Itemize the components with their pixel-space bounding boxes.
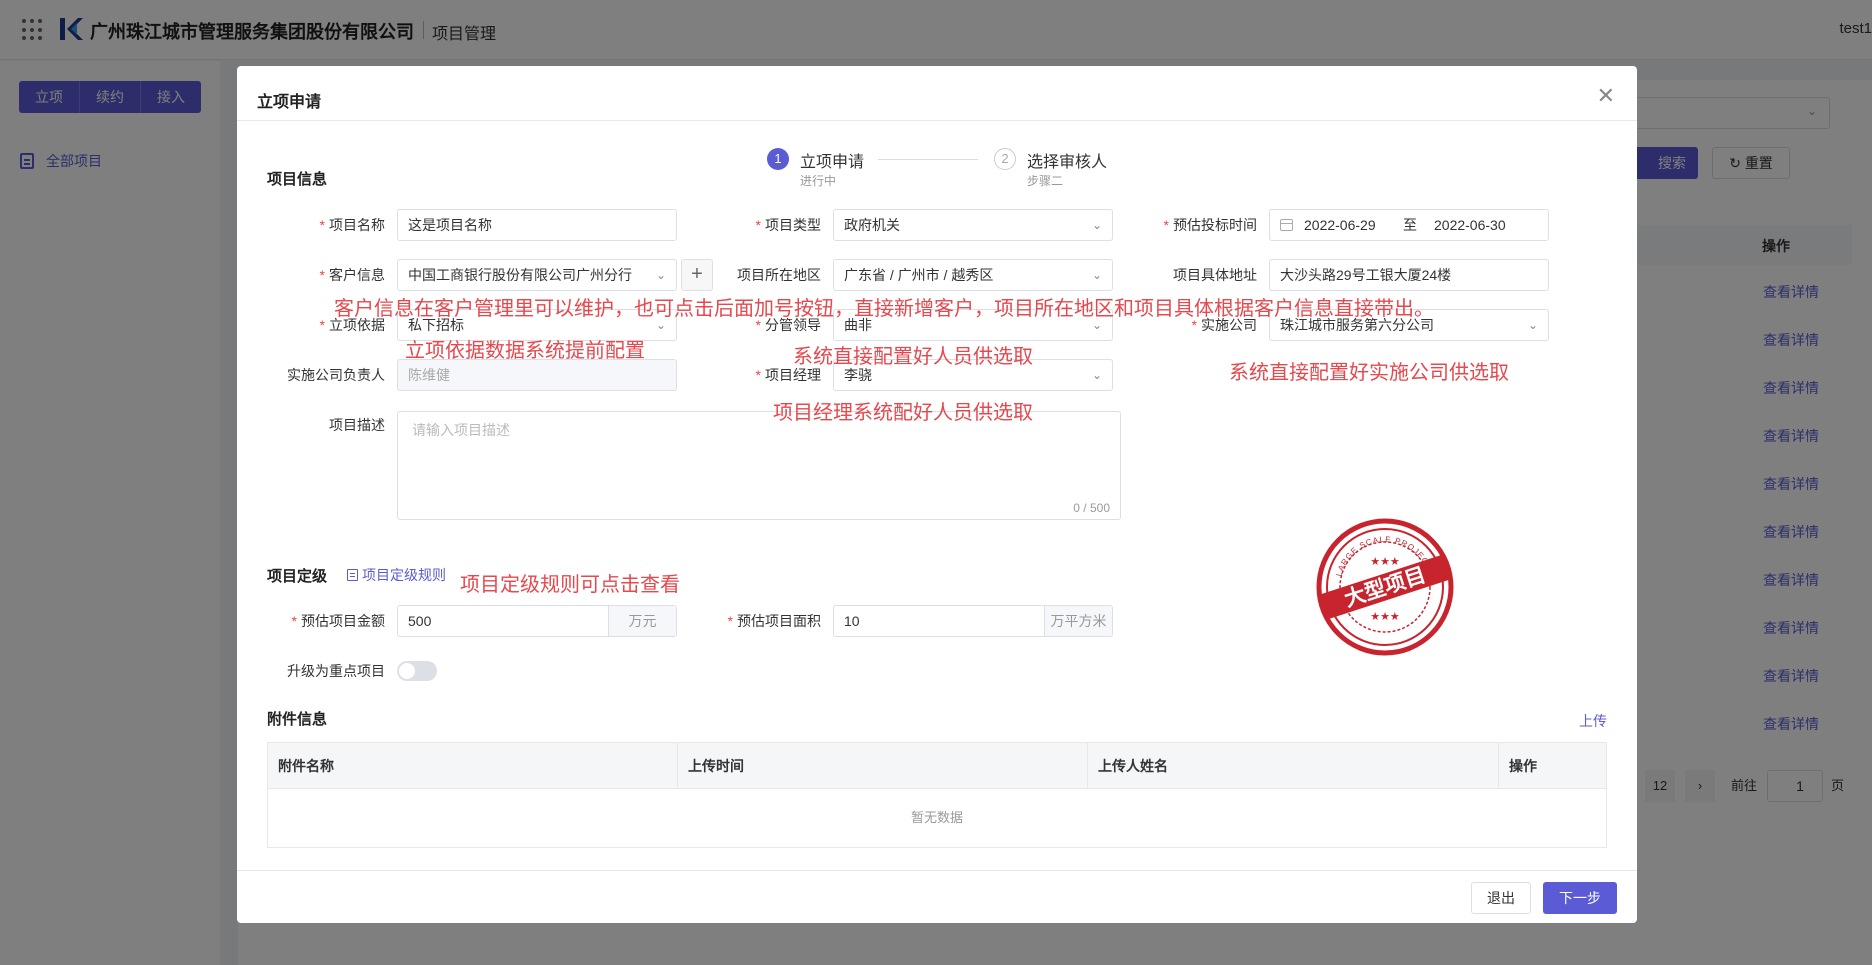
company-head-label: 实施公司负责人 xyxy=(287,367,385,383)
attachment-table: 附件名称 上传时间 上传人姓名 操作 暂无数据 xyxy=(267,742,1607,848)
region-label: 项目所在地区 xyxy=(737,267,821,283)
step-1-status: 进行中 xyxy=(800,174,837,188)
area-label: * 预估项目面积 xyxy=(727,613,821,629)
annotation-rule: 项目定级规则可点击查看 xyxy=(460,574,680,596)
next-step-button[interactable]: 下一步 xyxy=(1543,882,1617,914)
grading-rule-link-label: 项目定级规则 xyxy=(362,567,446,583)
step-indicator: 1 立项申请 进行中 2 选择审核人 步骤二 xyxy=(767,142,1167,192)
address-input[interactable]: 大沙头路29号工银大厦24楼 xyxy=(1269,259,1549,291)
key-project-label: 升级为重点项目 xyxy=(287,663,385,679)
list-icon xyxy=(347,569,358,581)
table-header: 附件名称 上传时间 上传人姓名 操作 xyxy=(268,743,1606,789)
upload-link[interactable]: 上传 xyxy=(1579,711,1607,731)
stamp-stars-top: ★★★ xyxy=(1370,556,1400,568)
project-type-label: * 项目类型 xyxy=(755,217,821,233)
section-grading: 项目定级 xyxy=(267,568,328,585)
bid-time-end: 2022-06-30 xyxy=(1434,217,1506,233)
bid-time-start: 2022-06-29 xyxy=(1304,217,1376,233)
description-label: 项目描述 xyxy=(329,417,385,433)
step-2-number: 2 xyxy=(994,148,1016,170)
bid-time-range-picker[interactable]: 2022-06-29 至 2022-06-30 xyxy=(1269,209,1549,241)
project-application-dialog: 立项申请 ✕ 1 立项申请 进行中 2 选择审核人 步骤二 项目信息 * 项目名称… xyxy=(237,66,1637,923)
exit-button[interactable]: 退出 xyxy=(1471,882,1531,914)
stamp-stars-bottom: ★★★ xyxy=(1370,611,1400,623)
stamp-main-text: 大型项目 xyxy=(1341,562,1429,612)
address-label: 项目具体地址 xyxy=(1173,267,1257,283)
chevron-down-icon: ⌄ xyxy=(1527,318,1538,332)
annotation-customer: 客户信息在客户管理里可以维护，也可点击后面加号按钮，直接新增客户，项目所在地区和… xyxy=(334,298,1434,320)
customer-label: * 客户信息 xyxy=(319,267,385,283)
key-project-switch[interactable] xyxy=(397,661,437,681)
amount-input[interactable]: 500 万元 xyxy=(397,605,677,637)
empty-state: 暂无数据 xyxy=(910,810,963,825)
amount-label: * 预估项目金额 xyxy=(291,613,385,629)
step-1-title: 立项申请 xyxy=(800,154,865,171)
bid-time-label: * 预估投标时间 xyxy=(1163,217,1257,233)
column-header: 附件名称 xyxy=(268,743,678,788)
large-project-stamp: LARGE SCALE PROJECTS ★★★ 大型项目 ★★★ xyxy=(1316,518,1454,656)
step-connector xyxy=(878,159,978,160)
step-2-status: 步骤二 xyxy=(1027,174,1064,188)
column-header: 上传时间 xyxy=(678,743,1088,788)
chevron-down-icon: ⌄ xyxy=(1091,368,1102,382)
dialog-footer xyxy=(237,870,1637,923)
dialog-header: 立项申请 ✕ xyxy=(237,66,1637,121)
annotation-basis: 立项依据数据系统提前配置 xyxy=(405,340,645,362)
column-header: 操作 xyxy=(1509,758,1537,774)
description-textarea[interactable]: 请输入项目描述 0 / 500 xyxy=(397,411,1121,520)
customer-select[interactable]: 中国工商银行股份有限公司广州分行 ⌄ xyxy=(397,259,677,291)
step-1-number: 1 xyxy=(767,148,789,170)
section-attachments: 附件信息 xyxy=(267,711,328,728)
project-name-label: * 项目名称 xyxy=(319,217,385,233)
column-header: 上传人姓名 xyxy=(1088,743,1499,788)
grading-rule-link[interactable]: 项目定级规则 xyxy=(347,565,446,585)
area-input[interactable]: 10 万平方米 xyxy=(833,605,1113,637)
calendar-icon xyxy=(1280,219,1293,231)
annotation-company: 系统直接配置好实施公司供选取 xyxy=(1229,362,1509,384)
project-name-input[interactable]: 这是项目名称 xyxy=(397,209,677,241)
annotation-manager: 项目经理系统配好人员供选取 xyxy=(773,402,1033,424)
annotation-leader: 系统直接配置好人员供选取 xyxy=(793,346,1033,368)
company-head-input: 陈维健 xyxy=(397,359,677,391)
description-char-count: 0 / 500 xyxy=(1073,501,1110,515)
dialog-title: 立项申请 xyxy=(257,94,322,111)
section-project-info: 项目信息 xyxy=(267,171,328,188)
close-icon[interactable]: ✕ xyxy=(1597,83,1615,109)
description-placeholder: 请输入项目描述 xyxy=(412,422,510,438)
bid-time-separator: 至 xyxy=(1403,217,1417,233)
step-2-title: 选择审核人 xyxy=(1027,154,1108,171)
area-unit: 万平方米 xyxy=(1044,606,1112,636)
